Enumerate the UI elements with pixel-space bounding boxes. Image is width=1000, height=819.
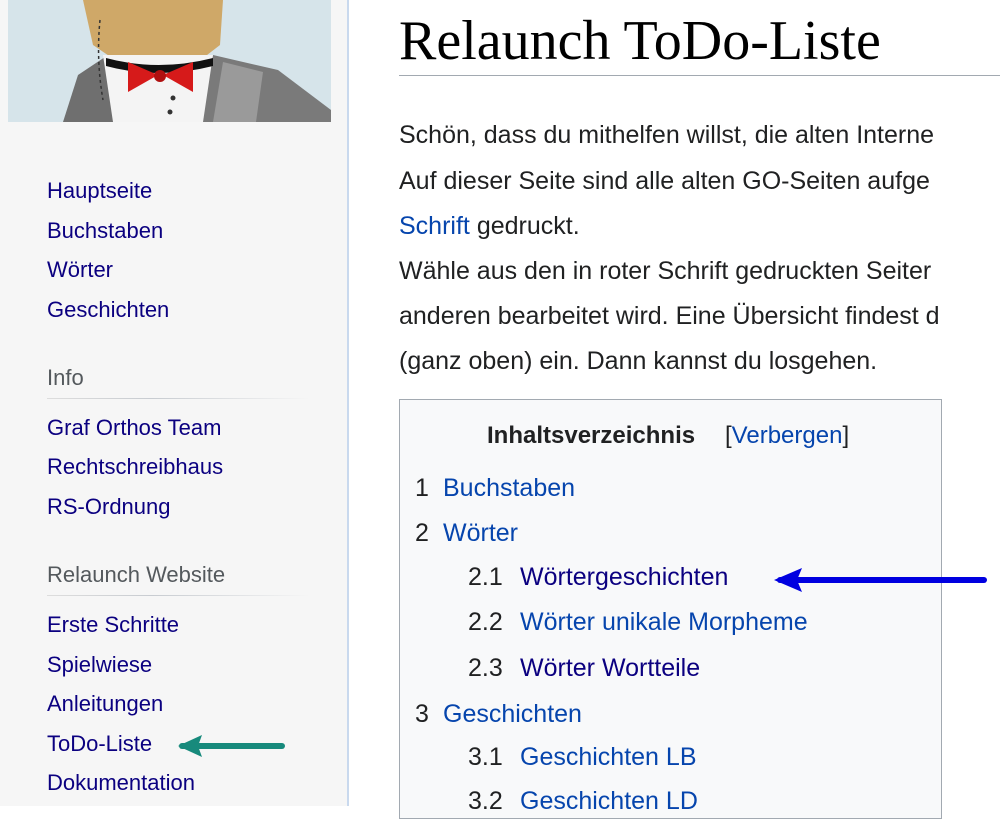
toc-bracket: [ [725, 422, 732, 449]
paragraph-line: (ganz oben) ein. Dann kannst du losgehen… [399, 347, 878, 375]
nav-spielwiese[interactable]: Spielwiese [47, 652, 152, 678]
paragraph-line: Auf dieser Seite sind alle alten GO-Seit… [399, 167, 930, 195]
blue-arrow-left-icon [774, 568, 987, 592]
portal-heading-relaunch: Relaunch Website [47, 562, 226, 587]
nav-graf-orthos-team[interactable]: Graf Orthos Team [47, 415, 221, 441]
portal-heading-info: Info [47, 365, 84, 390]
nav-anleitungen[interactable]: Anleitungen [47, 691, 163, 717]
toc-link-woerter[interactable]: Wörter [443, 518, 518, 548]
nav-rs-ordnung[interactable]: RS-Ordnung [47, 494, 171, 520]
toc-link-woertergeschichten[interactable]: Wörtergeschichten [520, 562, 728, 592]
nav-todo-liste[interactable]: ToDo-Liste [47, 731, 152, 757]
nav-geschichten[interactable]: Geschichten [47, 297, 169, 323]
sidebar-border [347, 0, 349, 806]
nav-buchstaben[interactable]: Buchstaben [47, 218, 163, 244]
page-title: Relaunch ToDo-Liste [399, 10, 881, 72]
toc-number: 3.2 [468, 787, 503, 815]
nav-rechtschreibhaus[interactable]: Rechtschreibhaus [47, 454, 223, 480]
toc-bracket: ] [842, 422, 850, 449]
nav-woerter[interactable]: Wörter [47, 257, 113, 283]
teal-arrow-left-icon [178, 735, 285, 757]
toc-link-buchstaben[interactable]: Buchstaben [443, 473, 575, 503]
paragraph-text: gedruckt. [476, 212, 580, 240]
toc-toggle: [Verbergen] [725, 422, 849, 450]
portal-divider [47, 398, 310, 399]
nav-erste-schritte[interactable]: Erste Schritte [47, 612, 179, 638]
paragraph-line: anderen bearbeitet wird. Eine Übersicht … [399, 302, 940, 330]
paragraph-line: Schön, dass du mithelfen willst, die alt… [399, 121, 935, 149]
nav-hauptseite[interactable]: Hauptseite [47, 178, 152, 204]
paragraph-line: Schrift gedruckt. [399, 211, 580, 241]
portal-divider [47, 595, 310, 596]
paragraph-line: Wähle aus den in roter Schrift gedruckte… [399, 257, 932, 285]
toc-number: 2.3 [468, 654, 503, 682]
toc-number: 3.1 [468, 743, 503, 771]
title-divider [399, 75, 1000, 76]
nav-dokumentation[interactable]: Dokumentation [47, 770, 195, 796]
toc-number: 2.2 [468, 608, 503, 636]
toc-link-geschichten-lb[interactable]: Geschichten LB [520, 742, 697, 772]
toc-link-geschichten-ld[interactable]: Geschichten LD [520, 786, 698, 816]
cartoon-character-bowtie-icon [8, 0, 331, 122]
link-schrift[interactable]: Schrift [399, 212, 470, 240]
toc-number: 1 [415, 474, 429, 502]
toc-link-woerter-wortteile[interactable]: Wörter Wortteile [520, 653, 700, 683]
toc-hide-link[interactable]: Verbergen [732, 422, 843, 449]
toc-number: 3 [415, 700, 429, 728]
site-logo[interactable] [8, 0, 331, 122]
toc-link-woerter-unikale-morpheme[interactable]: Wörter unikale Morpheme [520, 607, 808, 637]
toc-link-geschichten[interactable]: Geschichten [443, 699, 582, 729]
toc-number: 2.1 [468, 563, 503, 591]
toc-number: 2 [415, 519, 429, 547]
toc-title: Inhaltsverzeichnis [487, 422, 696, 449]
